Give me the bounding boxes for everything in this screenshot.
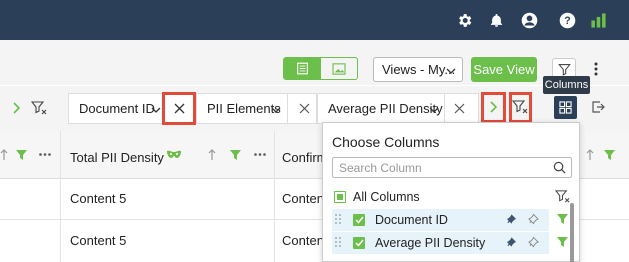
panel-title: Choose Columns <box>332 134 440 150</box>
sort-arrow-icon[interactable] <box>586 149 594 161</box>
column-filter-icon[interactable] <box>16 150 27 160</box>
column-filter-icon[interactable] <box>557 237 568 247</box>
column-header-total-pii-density[interactable]: Total PII Density <box>70 150 164 165</box>
close-icon[interactable] <box>296 100 312 116</box>
all-columns-checkbox[interactable] <box>334 191 346 203</box>
grid-cell: Content 5 <box>70 191 127 206</box>
close-icon[interactable] <box>451 100 467 116</box>
column-item-label: Document ID <box>375 213 448 227</box>
clear-filter-icon[interactable] <box>512 99 528 115</box>
column-filter-icon[interactable] <box>604 150 615 160</box>
column-header-confirm[interactable]: Confirm <box>282 150 328 165</box>
chevron-right-icon[interactable] <box>486 99 502 115</box>
grid-cell: Content <box>282 233 328 248</box>
panel-scrollbar[interactable] <box>570 203 574 262</box>
svg-text:?: ? <box>564 15 570 27</box>
clear-filter-icon[interactable] <box>555 189 570 204</box>
drag-handle-icon[interactable] <box>334 213 342 228</box>
grid-cell: Content 5 <box>70 233 127 248</box>
pin-icon[interactable] <box>506 213 517 228</box>
bell-icon[interactable] <box>487 11 505 29</box>
columns-grid-icon[interactable] <box>554 96 577 119</box>
filter-chip-label: PII Elements <box>207 101 281 116</box>
mask-icon <box>166 150 182 159</box>
chevron-right-icon[interactable] <box>9 100 25 116</box>
search-placeholder: Search Column <box>339 160 422 175</box>
help-icon[interactable]: ? <box>558 11 576 29</box>
columns-tooltip: Columns <box>543 76 590 94</box>
choose-columns-panel: Choose Columns Search Column All Columns… <box>322 122 580 262</box>
views-dropdown[interactable]: Views - My... <box>373 57 463 82</box>
view-toggle[interactable] <box>283 57 358 80</box>
column-divider <box>274 131 275 262</box>
analytics-icon[interactable] <box>589 11 607 29</box>
search-icon[interactable] <box>553 161 566 177</box>
column-filter-icon[interactable] <box>230 150 241 160</box>
chevron-down-icon[interactable] <box>151 103 161 118</box>
column-menu-icon[interactable] <box>254 153 266 156</box>
chevron-down-icon[interactable] <box>429 103 439 118</box>
chevron-down-icon <box>446 64 456 79</box>
grid-cell: Content <box>282 191 328 206</box>
drag-handle-icon[interactable] <box>334 236 342 251</box>
column-item-average-pii-density[interactable]: Average PII Density <box>332 232 549 254</box>
column-menu-icon[interactable] <box>39 153 51 156</box>
chevron-down-icon[interactable] <box>271 103 281 118</box>
sort-arrow-icon[interactable] <box>208 149 216 161</box>
image-view-icon[interactable] <box>321 58 358 79</box>
column-divider <box>60 131 61 262</box>
clear-filter-icon[interactable] <box>31 100 47 116</box>
filter-chip-label: Document ID <box>79 101 155 116</box>
user-icon[interactable] <box>520 11 538 29</box>
views-dropdown-label: Views - My... <box>382 62 456 77</box>
chip-divider <box>287 93 288 124</box>
unpin-icon[interactable] <box>528 236 539 251</box>
close-icon[interactable] <box>171 100 187 116</box>
top-nav-bar: ? <box>0 0 629 40</box>
sort-arrow-icon[interactable] <box>0 149 8 161</box>
column-item-document-id[interactable]: Document ID <box>332 209 549 231</box>
checkbox-checked[interactable] <box>353 237 365 249</box>
column-filter-icon[interactable] <box>557 214 568 224</box>
gear-icon[interactable] <box>455 11 473 29</box>
pin-icon[interactable] <box>506 236 517 251</box>
list-view-icon[interactable] <box>284 58 321 79</box>
checkbox-checked[interactable] <box>353 214 365 226</box>
save-view-button[interactable]: Save View <box>471 57 537 82</box>
filter-chip-label: Average PII Density <box>328 101 443 116</box>
more-options-icon[interactable] <box>589 60 603 78</box>
search-column-input[interactable]: Search Column <box>332 157 572 178</box>
all-columns-label: All Columns <box>353 190 420 204</box>
chip-divider <box>444 93 445 124</box>
unpin-icon[interactable] <box>528 213 539 228</box>
column-item-label: Average PII Density <box>375 236 486 250</box>
export-icon[interactable] <box>590 99 606 115</box>
